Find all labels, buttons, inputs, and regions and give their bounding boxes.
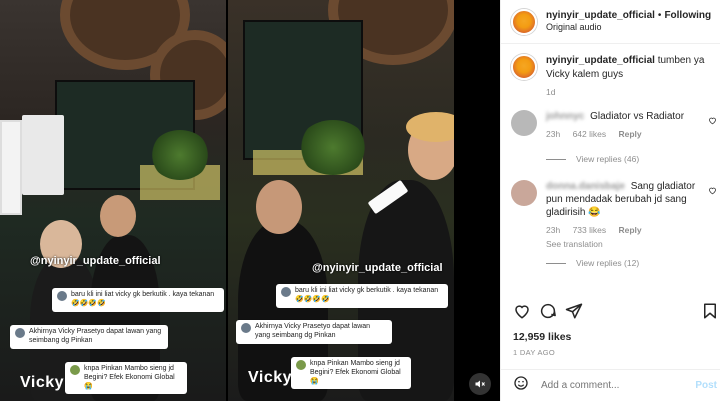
media-letterbox [454, 0, 500, 401]
watermark: @nyinyir_update_official [30, 255, 161, 267]
overlay-comment-emoji: 😭 [310, 377, 319, 385]
reply-button[interactable]: Reply [619, 225, 642, 235]
following-button[interactable]: Following [664, 10, 711, 21]
emoji-button[interactable] [513, 375, 529, 396]
see-translation-button[interactable]: See translation [546, 239, 696, 250]
avatar [15, 328, 25, 338]
audio-link[interactable]: Original audio [546, 22, 711, 34]
divider-line [546, 158, 566, 160]
video-frame-left: @nyinyir_update_official baru kli ini li… [0, 0, 226, 401]
comment-avatar[interactable] [511, 180, 537, 206]
share-button[interactable] [565, 302, 583, 320]
overlay-comment: knpa Pinkan Mambo sieng jd Begini? Efek … [291, 357, 411, 390]
overlay-comment-text: baru kli ini liat vicky gk berkutik . ka… [295, 287, 439, 294]
overlay-comment-text: Akhirnya Vicky Prasetyo dapat lawan yang… [29, 328, 162, 344]
comment-likes[interactable]: 733 likes [573, 225, 607, 235]
post-sidebar: nyinyir_update_official • Following Origin… [500, 0, 720, 401]
comment-item: donna.danisbaje Sang gladiator pun menda… [511, 180, 719, 250]
avatar [241, 323, 251, 333]
overlay-comment-text: knpa Pinkan Mambo sieng jd Begini? Efek … [84, 365, 175, 381]
heart-icon [515, 305, 529, 319]
add-comment-row: Post [501, 369, 720, 401]
avatar [70, 365, 80, 375]
smiley-icon [514, 376, 528, 390]
avatar [57, 291, 67, 301]
comment-likes[interactable]: 642 likes [573, 129, 607, 139]
watermark: @nyinyir_update_official [312, 262, 443, 274]
comment-age: 23h [546, 129, 561, 139]
heart-icon [709, 187, 716, 195]
overlay-comment: baru kli ini liat vicky gk berkutik . ka… [52, 288, 224, 312]
person-head [256, 180, 302, 234]
overlay-comment-text: Akhirnya Vicky Prasetyo dapat lawan yang… [255, 323, 371, 339]
name-overlay: Vicky [248, 369, 293, 386]
comment-like-button[interactable] [708, 116, 717, 127]
comment-input[interactable] [541, 380, 681, 391]
comment-avatar[interactable] [511, 110, 537, 136]
overlay-comment-text: knpa Pinkan Mambo sieng jd Begini? Efek … [310, 360, 401, 376]
comment-item: johnnyc Gladiator vs Radiator 23h 642 li… [511, 110, 719, 140]
comment-button[interactable] [539, 302, 557, 320]
author-avatar[interactable] [511, 54, 537, 80]
divider-line [546, 262, 566, 264]
wall-screen [0, 120, 22, 215]
reply-button[interactable]: Reply [619, 129, 642, 139]
comment-age: 23h [546, 225, 561, 235]
comment-text: Gladiator vs Radiator [590, 111, 685, 122]
mute-button[interactable] [469, 373, 491, 395]
comment-icon [540, 303, 556, 319]
separator: • [657, 10, 662, 22]
video-frame-right: @nyinyir_update_official baru kli ini li… [228, 0, 454, 401]
save-button[interactable] [701, 302, 719, 320]
author-avatar[interactable] [511, 8, 537, 35]
heart-icon [709, 117, 716, 125]
person-head [100, 195, 136, 237]
post-caption: nyinyir_update_official tumben ya Vicky … [511, 54, 716, 98]
post-date: 1 DAY AGO [513, 348, 556, 357]
overlay-comment-emoji: 🤣🤣🤣🤣 [295, 295, 330, 303]
caption-age: 1d [546, 87, 556, 97]
view-replies-button[interactable]: View replies (12) [546, 258, 639, 268]
overlay-comment-text: baru kli ini liat vicky gk berkutik . ka… [71, 291, 215, 298]
comment-like-button[interactable] [708, 186, 717, 197]
overlay-comment-emoji: 🤣🤣🤣🤣 [71, 299, 106, 307]
post-header: nyinyir_update_official • Following Origin… [501, 0, 720, 44]
action-bar [511, 302, 716, 320]
post-button[interactable]: Post [695, 380, 717, 391]
likes-count[interactable]: 12,959 likes [513, 331, 571, 343]
send-icon [565, 303, 583, 319]
overlay-comment: Akhirnya Vicky Prasetyo dapat lawan yang… [236, 320, 392, 344]
plant [298, 120, 368, 175]
view-replies-button[interactable]: View replies (46) [546, 154, 639, 164]
comment-username[interactable]: donna.danisbaje [546, 181, 625, 192]
comment-username[interactable]: johnnyc [546, 111, 584, 122]
view-replies-label[interactable]: View replies (12) [576, 258, 639, 268]
speaker-muted-icon [475, 380, 485, 388]
like-button[interactable] [513, 302, 531, 320]
overlay-comment: Akhirnya Vicky Prasetyo dapat lawan yang… [10, 325, 168, 349]
view-replies-label[interactable]: View replies (46) [576, 154, 639, 164]
avatar [281, 287, 291, 297]
author-username[interactable]: nyinyir_update_official [546, 10, 655, 21]
post-media[interactable]: @nyinyir_update_official baru kli ini li… [0, 0, 500, 401]
air-conditioner [22, 115, 64, 195]
plant [150, 130, 210, 180]
caption-username[interactable]: nyinyir_update_official [546, 55, 655, 66]
overlay-comment: baru kli ini liat vicky gk berkutik . ka… [276, 284, 448, 308]
overlay-comment: knpa Pinkan Mambo sieng jd Begini? Efek … [65, 362, 187, 395]
avatar [296, 360, 306, 370]
name-overlay: Vicky [20, 374, 65, 391]
overlay-comment-emoji: 😭 [84, 382, 93, 390]
bookmark-icon [704, 303, 716, 319]
